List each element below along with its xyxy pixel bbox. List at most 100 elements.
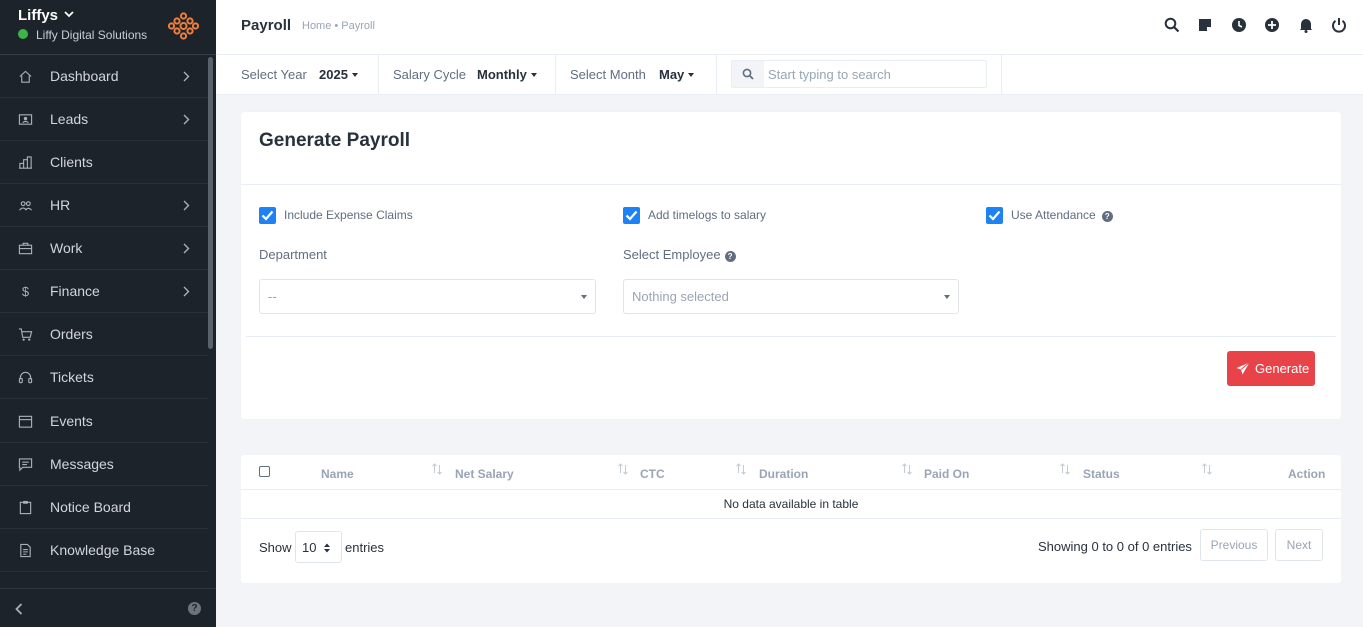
chevron-down-icon[interactable] <box>63 8 75 20</box>
column-header-paid-on[interactable]: Paid On <box>924 467 969 481</box>
sort-icon[interactable] <box>735 463 747 475</box>
checkbox-label: Use Attendance? <box>1011 208 1113 222</box>
sidebar-item-messages[interactable]: Messages <box>0 443 208 486</box>
sidebar-item-dashboard[interactable]: Dashboard <box>0 55 208 98</box>
next-page-button[interactable]: Next <box>1275 529 1323 561</box>
question-circle-icon[interactable]: ? <box>724 251 736 262</box>
salary-cycle-label: Salary Cycle <box>393 67 466 82</box>
search-input[interactable] <box>768 65 978 83</box>
caret-down-icon <box>530 73 537 77</box>
sidebar-item-label: Clients <box>50 154 93 170</box>
empty-table-message: No data available in table <box>241 490 1341 519</box>
sidebar-item-notice-board[interactable]: Notice Board <box>0 486 208 529</box>
checkbox-checked[interactable] <box>623 207 640 224</box>
page-length-value: 10 <box>302 540 317 555</box>
sidebar-scrollbar[interactable] <box>208 57 213 349</box>
search-icon <box>732 61 764 87</box>
department-select[interactable]: -- <box>259 279 596 314</box>
search-filter <box>717 55 1002 95</box>
year-filter-value[interactable]: 2025 <box>319 67 358 82</box>
sidebar-footer: ? <box>0 588 216 627</box>
column-header-name[interactable]: Name <box>321 467 354 481</box>
generate-button[interactable]: Generate <box>1227 351 1315 386</box>
sidebar-item-hr[interactable]: HR <box>0 184 208 227</box>
dollar-icon: $ <box>21 284 30 299</box>
sidebar-item-label: Knowledge Base <box>50 542 156 558</box>
sort-icon[interactable] <box>901 463 913 475</box>
collapse-sidebar-icon[interactable] <box>13 602 25 616</box>
month-filter-value[interactable]: May <box>659 67 695 82</box>
employee-select[interactable]: Nothing selected <box>623 279 959 314</box>
previous-page-button[interactable]: Previous <box>1200 529 1268 561</box>
document-icon <box>20 543 31 558</box>
breadcrumb[interactable]: Home • Payroll <box>302 20 375 32</box>
sort-icon[interactable] <box>617 463 629 475</box>
department-select-value: -- <box>268 289 277 304</box>
clock-icon[interactable] <box>1231 17 1247 33</box>
search-icon[interactable] <box>1164 17 1180 33</box>
cart-icon <box>18 328 33 341</box>
chevron-right-icon <box>183 286 190 297</box>
salary-cycle-filter[interactable]: Salary Cycle Monthly <box>379 55 556 95</box>
brand-header[interactable]: Liffys Liffy Digital Solutions <box>0 0 216 55</box>
payroll-table-card: Name Net Salary CTC Duration Paid On Sta… <box>241 455 1341 583</box>
home-icon <box>19 70 32 83</box>
chevron-right-icon <box>183 200 190 211</box>
sidebar-item-label: Work <box>50 240 83 256</box>
people-icon <box>18 201 33 211</box>
question-circle-icon[interactable]: ? <box>1101 211 1113 222</box>
column-header-duration[interactable]: Duration <box>759 467 808 481</box>
caret-down-icon <box>944 295 950 299</box>
month-filter[interactable]: Select Month May <box>556 55 717 95</box>
caret-down-icon <box>581 295 587 299</box>
sort-icon[interactable] <box>431 463 443 475</box>
sidebar-item-tickets[interactable]: Tickets <box>0 356 208 399</box>
plus-circle-icon[interactable] <box>1264 17 1280 33</box>
sidebar-item-orders[interactable]: Orders <box>0 313 208 356</box>
company-logo-icon <box>168 12 199 40</box>
select-employee-label: Select Employee? <box>623 247 736 262</box>
checkbox-checked[interactable] <box>259 207 276 224</box>
divider <box>241 184 1341 185</box>
chevron-right-icon <box>183 114 190 125</box>
column-header-net-salary[interactable]: Net Salary <box>455 467 514 481</box>
sidebar-item-label: Finance <box>50 283 100 299</box>
sidebar-item-events[interactable]: Events <box>0 400 208 443</box>
online-status-dot <box>18 29 28 39</box>
sidebar-item-knowledge-base[interactable]: Knowledge Base <box>0 529 208 572</box>
salary-cycle-value[interactable]: Monthly <box>477 67 537 82</box>
sort-icon[interactable] <box>1201 463 1213 475</box>
sidebar-item-clients[interactable]: Clients <box>0 141 208 184</box>
chat-icon <box>18 458 33 472</box>
caret-down-icon <box>688 73 695 77</box>
entries-label: entries <box>345 540 385 555</box>
checkbox-checked[interactable] <box>986 207 1003 224</box>
sidebar-item-label: Dashboard <box>50 68 119 84</box>
search-box[interactable] <box>731 60 987 88</box>
power-icon[interactable] <box>1331 17 1347 33</box>
bell-icon[interactable] <box>1298 17 1314 33</box>
column-header-ctc[interactable]: CTC <box>640 467 665 481</box>
help-icon[interactable]: ? <box>188 602 201 615</box>
sticky-note-icon[interactable] <box>1197 17 1213 33</box>
briefcase-icon <box>18 242 33 255</box>
generate-payroll-card: Generate Payroll Include Expense Claims … <box>241 112 1341 419</box>
sidebar-item-finance[interactable]: $ Finance <box>0 270 208 313</box>
sidebar-item-work[interactable]: Work <box>0 227 208 270</box>
generate-button-label: Generate <box>1255 361 1310 376</box>
up-down-caret-icon <box>324 543 330 553</box>
sidebar-item-label: Notice Board <box>50 499 131 515</box>
page-length-select[interactable]: 10 <box>295 531 342 563</box>
column-header-status[interactable]: Status <box>1083 467 1120 481</box>
top-header: Payroll Home • Payroll <box>216 0 1363 55</box>
company-name: Liffy Digital Solutions <box>36 28 148 42</box>
sidebar-item-label: Orders <box>50 326 93 342</box>
select-all-checkbox[interactable] <box>259 466 270 477</box>
sidebar-item-label: HR <box>50 197 71 213</box>
sort-icon[interactable] <box>1059 463 1071 475</box>
building-icon <box>18 156 33 169</box>
headset-icon <box>18 371 33 384</box>
filter-bar: Select Year 2025 Salary Cycle Monthly Se… <box>216 55 1363 95</box>
sidebar-item-leads[interactable]: Leads <box>0 98 208 141</box>
year-filter[interactable]: Select Year 2025 <box>216 55 379 95</box>
